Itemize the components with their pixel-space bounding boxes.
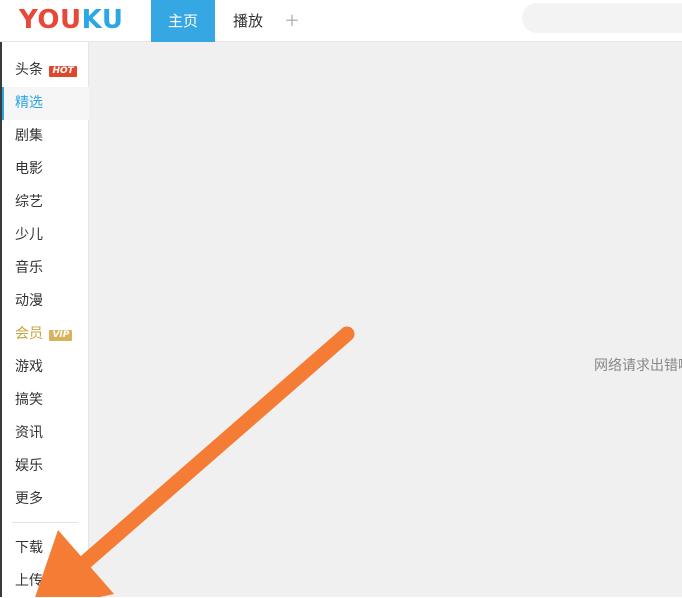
sidebar-item-label: 资讯 xyxy=(15,425,43,441)
sidebar-item-featured[interactable]: 精选 xyxy=(2,87,89,120)
sidebar-divider xyxy=(12,522,78,523)
vip-badge: VIP xyxy=(49,330,73,341)
sidebar-item-label: 精选 xyxy=(15,95,43,111)
sidebar-item-label: 更多 xyxy=(15,491,43,507)
sidebar-item-variety[interactable]: 综艺 xyxy=(2,186,89,219)
sidebar-item-label: 动漫 xyxy=(15,293,43,309)
sidebar-item-games[interactable]: 游戏 xyxy=(2,351,89,384)
logo-text-part1: YOU xyxy=(19,5,82,35)
tab-play[interactable]: 播放 xyxy=(222,0,274,42)
sidebar-item-music[interactable]: 音乐 xyxy=(2,252,89,285)
sidebar-item-label: 娱乐 xyxy=(15,458,43,474)
sidebar-item-label: 上传 xyxy=(15,573,43,589)
network-error-message: 网络请求出错啦 xyxy=(594,358,682,374)
sidebar-item-headlines[interactable]: 头条 HOT xyxy=(2,54,89,87)
sidebar-item-anime[interactable]: 动漫 xyxy=(2,285,89,318)
sidebar-item-kids[interactable]: 少儿 xyxy=(2,219,89,252)
sidebar-item-label: 剧集 xyxy=(15,128,43,144)
top-bar: YOUKU 主页 播放 + xyxy=(0,0,682,42)
main-content: 网络请求出错啦 xyxy=(89,42,682,597)
sidebar-nav: 头条 HOT 精选 剧集 电影 综艺 少儿 音乐 动漫 会员 VIP 游戏 搞笑… xyxy=(0,42,89,597)
sidebar-item-upload[interactable]: 上传 xyxy=(2,565,89,598)
sidebar-item-label: 少儿 xyxy=(15,227,43,243)
sidebar-item-label: 音乐 xyxy=(15,260,43,276)
search-input[interactable] xyxy=(522,3,682,33)
sidebar-item-label: 电影 xyxy=(15,161,43,177)
sidebar-item-entertainment[interactable]: 娱乐 xyxy=(2,450,89,483)
hot-badge: HOT xyxy=(49,66,77,77)
sidebar-item-label: 综艺 xyxy=(15,194,43,210)
youku-logo[interactable]: YOUKU xyxy=(19,4,123,36)
sidebar-item-label: 头条 xyxy=(15,62,43,78)
tab-home[interactable]: 主页 xyxy=(151,0,215,42)
sidebar-item-label: 下载 xyxy=(15,540,43,556)
sidebar-item-label: 搞笑 xyxy=(15,392,43,408)
sidebar-item-more[interactable]: 更多 xyxy=(2,483,89,516)
sidebar-item-label: 会员 xyxy=(15,326,43,342)
sidebar-item-funny[interactable]: 搞笑 xyxy=(2,384,89,417)
sidebar-item-download[interactable]: 下载 xyxy=(2,532,89,565)
sidebar-item-news[interactable]: 资讯 xyxy=(2,417,89,450)
logo-text-part2: KU xyxy=(81,5,124,35)
sidebar-item-label: 游戏 xyxy=(15,359,43,375)
sidebar-item-series[interactable]: 剧集 xyxy=(2,120,89,153)
sidebar-item-movies[interactable]: 电影 xyxy=(2,153,89,186)
sidebar-item-membership[interactable]: 会员 VIP xyxy=(2,318,89,351)
add-tab-button[interactable]: + xyxy=(280,0,304,42)
